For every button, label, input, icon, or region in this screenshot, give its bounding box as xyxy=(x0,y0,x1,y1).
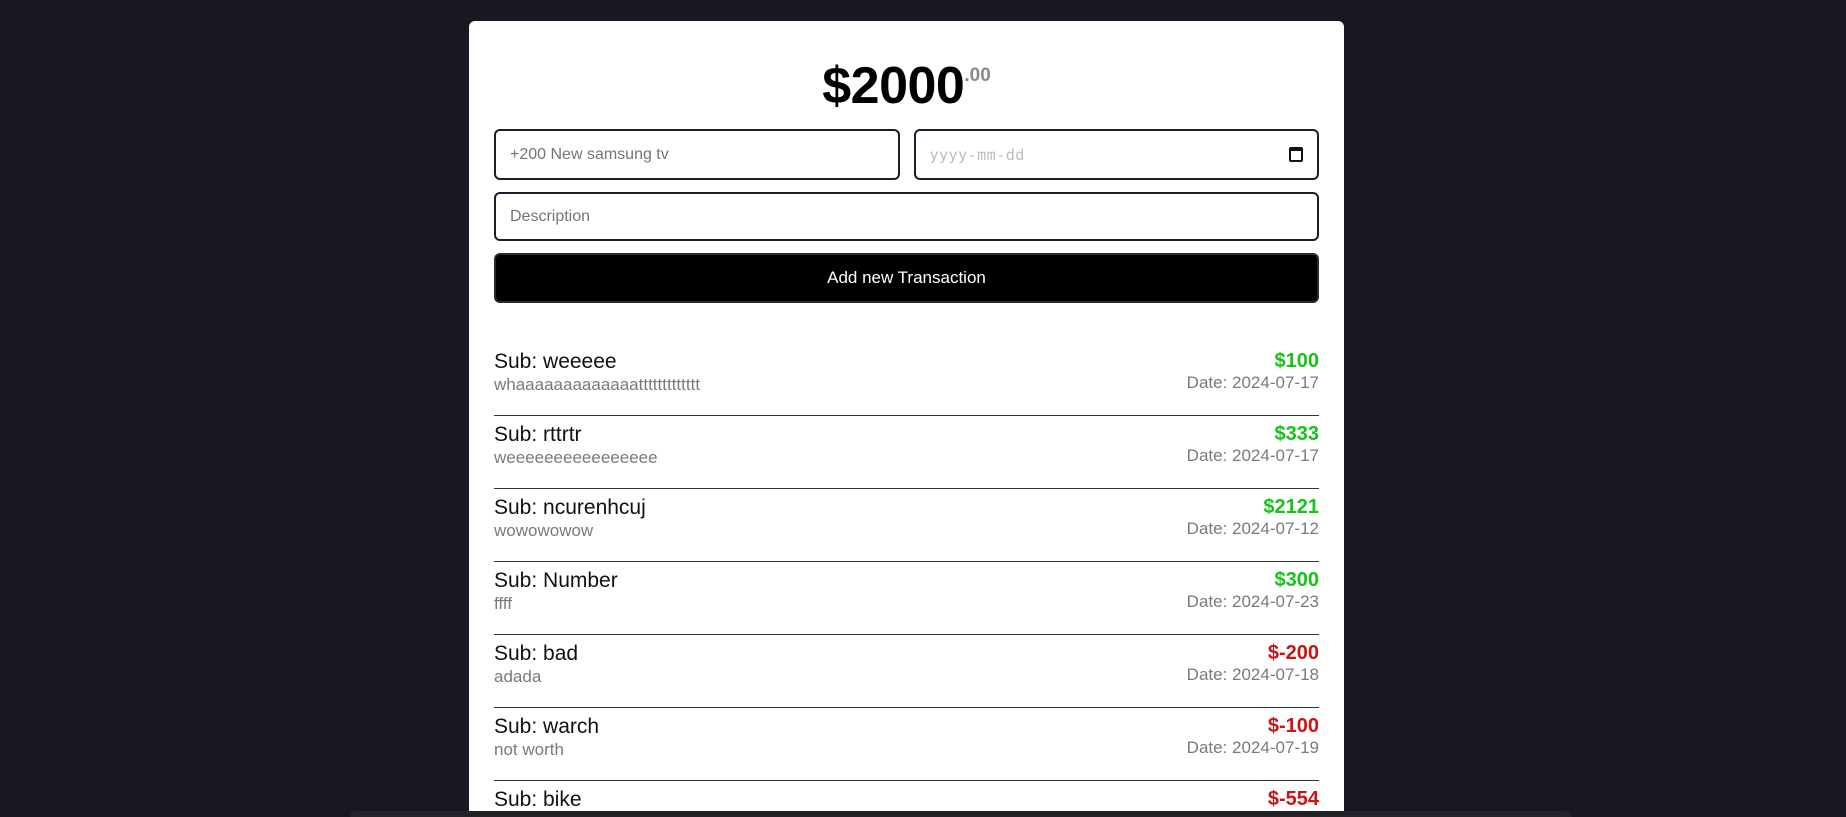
amount-input[interactable]: +200 New samsung tv xyxy=(494,129,900,180)
transaction-info: Sub: weeeee whaaaaaaaaaaaaattttttttttttt xyxy=(494,350,700,415)
description-input-placeholder: Description xyxy=(510,207,591,225)
transaction-info: Sub: rttrtr weeeeeeeeeeeeeeee xyxy=(494,423,658,488)
transaction-card: $2000.00 +200 New samsung tv yyyy-mm-dd … xyxy=(469,21,1344,817)
transaction-meta: $2121 Date: 2024-07-12 xyxy=(1187,496,1319,561)
calendar-icon[interactable] xyxy=(1289,147,1303,162)
transaction-subject: Sub: rttrtr xyxy=(494,423,582,446)
transaction-description: whaaaaaaaaaaaaattttttttttttt xyxy=(494,375,701,394)
transaction-list: Sub: weeeee whaaaaaaaaaaaaattttttttttttt $… xyxy=(494,343,1319,817)
transaction-amount: $-554 xyxy=(1267,788,1319,810)
transaction-meta: $100 Date: 2024-07-17 xyxy=(1187,350,1319,415)
transaction-info: Sub: ncurenhcuj wowowowow xyxy=(494,496,646,561)
transaction-row[interactable]: Sub: warch not worth $-100 Date: 2024-07-19 xyxy=(494,708,1319,781)
transaction-info: Sub: Number ffff xyxy=(494,569,618,634)
amount-input-placeholder: +200 New samsung tv xyxy=(510,145,669,163)
transaction-amount: $2121 xyxy=(1263,496,1319,518)
transaction-subject: Sub: ncurenhcuj xyxy=(494,496,646,519)
transaction-amount: $100 xyxy=(1274,350,1320,372)
transaction-subject: Sub: weeeee xyxy=(494,350,617,373)
transaction-date: Date: 2024-07-17 xyxy=(1186,373,1319,392)
transaction-description: ffff xyxy=(494,594,512,613)
transaction-description: adada xyxy=(494,667,542,686)
balance-amount: $2000 xyxy=(822,57,965,115)
transaction-date: Date: 2024-07-23 xyxy=(1186,592,1319,611)
description-input[interactable]: Description xyxy=(494,192,1319,241)
date-input-placeholder: yyyy-mm-dd xyxy=(929,145,1025,164)
transaction-date: Date: 2024-07-17 xyxy=(1186,446,1319,465)
transaction-date: Date: 2024-07-19 xyxy=(1186,738,1319,757)
transaction-meta: $333 Date: 2024-07-17 xyxy=(1187,423,1319,488)
transaction-description: wowowowow xyxy=(494,521,594,540)
transaction-row[interactable]: Sub: bad adada $-200 Date: 2024-07-18 xyxy=(494,635,1319,708)
transaction-date: Date: 2024-07-18 xyxy=(1186,665,1319,684)
date-input[interactable]: yyyy-mm-dd xyxy=(913,129,1319,180)
transaction-amount: $333 xyxy=(1274,423,1320,445)
transaction-subject: Sub: bike xyxy=(494,788,582,811)
balance-cents: .00 xyxy=(964,65,991,86)
transaction-row[interactable]: Sub: Number ffff $300 Date: 2024-07-23 xyxy=(494,562,1319,635)
transaction-amount: $-100 xyxy=(1267,715,1319,737)
transaction-description: not worth xyxy=(494,740,564,759)
transaction-info: Sub: bad adada xyxy=(494,642,578,707)
transaction-meta: $300 Date: 2024-07-23 xyxy=(1187,569,1319,634)
transaction-description: weeeeeeeeeeeeeeee xyxy=(494,448,658,467)
transaction-row[interactable]: Sub: rttrtr weeeeeeeeeeeeeeee $333 Date: 20… xyxy=(494,416,1319,489)
bottom-bar xyxy=(350,811,1572,817)
transaction-amount: $-200 xyxy=(1267,642,1319,664)
transaction-meta: $-100 Date: 2024-07-19 xyxy=(1187,715,1319,780)
add-transaction-button[interactable]: Add new Transaction xyxy=(494,253,1319,303)
transaction-subject: Sub: warch xyxy=(494,715,600,738)
transaction-info: Sub: warch not worth xyxy=(494,715,599,780)
balance-display: $2000.00 xyxy=(469,47,1344,115)
transaction-row[interactable]: Sub: weeeee whaaaaaaaaaaaaattttttttttttt $… xyxy=(494,343,1319,416)
transaction-subject: Sub: Number xyxy=(494,569,618,592)
transaction-meta: $-200 Date: 2024-07-18 xyxy=(1187,642,1319,707)
transaction-subject: Sub: bad xyxy=(494,642,579,665)
transaction-row[interactable]: Sub: ncurenhcuj wowowowow $2121 Date: 2024-… xyxy=(494,489,1319,562)
transaction-date: Date: 2024-07-12 xyxy=(1186,519,1319,538)
amount-date-row: +200 New samsung tv yyyy-mm-dd xyxy=(494,129,1319,180)
transaction-amount: $300 xyxy=(1274,569,1320,591)
